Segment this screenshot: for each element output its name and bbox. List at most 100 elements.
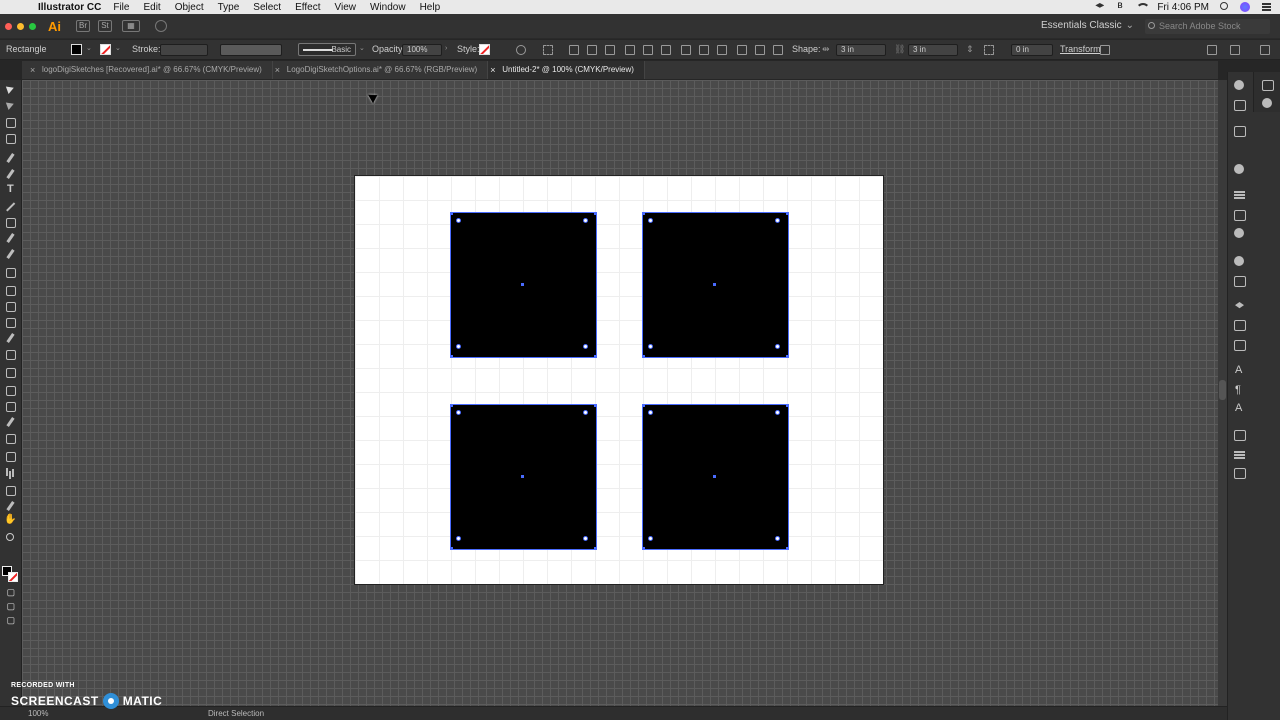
spotlight-icon[interactable] xyxy=(1219,2,1230,12)
align-left-icon[interactable] xyxy=(569,45,579,55)
anchor-point[interactable] xyxy=(775,410,780,415)
fill-swatch[interactable] xyxy=(71,44,82,55)
bounding-handle[interactable] xyxy=(642,547,645,550)
artboard-tool-icon[interactable] xyxy=(4,484,17,496)
stroke-dropdown-icon[interactable]: ⌄ xyxy=(115,44,121,54)
close-window-button[interactable] xyxy=(5,23,12,30)
current-tool-status[interactable]: Direct Selection xyxy=(208,709,264,718)
align-middle-icon[interactable] xyxy=(643,45,653,55)
anchor-point[interactable] xyxy=(456,344,461,349)
zoom-level[interactable]: 100% xyxy=(28,709,48,718)
width-field[interactable]: 3 in xyxy=(836,44,886,56)
scrollbar-thumb[interactable] xyxy=(1219,380,1226,400)
tab-untitled-2[interactable]: × Untitled-2* @ 100% (CMYK/Preview) xyxy=(488,61,645,79)
zoom-window-button[interactable] xyxy=(29,23,36,30)
bounding-handle[interactable] xyxy=(450,212,453,215)
properties-panel-icon[interactable] xyxy=(1262,98,1273,108)
column-graph-tool-icon[interactable] xyxy=(4,466,17,478)
magic-wand-tool-icon[interactable] xyxy=(4,116,17,128)
menu-edit[interactable]: Edit xyxy=(143,2,160,13)
recolor-artwork-icon[interactable] xyxy=(516,45,526,55)
siri-icon[interactable] xyxy=(1240,2,1251,12)
panel-options-icon[interactable] xyxy=(1230,45,1240,55)
artboard[interactable] xyxy=(355,176,883,584)
distribute-bottom-icon[interactable] xyxy=(717,45,727,55)
tab-logodigisketchoptions[interactable]: × LogoDigiSketchOptions.ai* @ 66.67% (RG… xyxy=(273,61,489,79)
graphic-styles-panel-icon[interactable] xyxy=(1234,276,1246,287)
stroke-weight-field[interactable] xyxy=(160,44,208,56)
workspace-switcher[interactable]: Essentials Classic ⌄ xyxy=(1041,20,1134,31)
symbols-panel-icon[interactable] xyxy=(1234,164,1245,174)
anchor-point[interactable] xyxy=(648,536,653,541)
height-field[interactable]: 3 in xyxy=(908,44,958,56)
wifi-icon[interactable] xyxy=(1136,2,1151,12)
paintbrush-tool-icon[interactable] xyxy=(4,232,17,244)
free-transform-tool-icon[interactable] xyxy=(4,348,17,360)
shaper-tool-icon[interactable] xyxy=(4,248,17,260)
stroke-color-box[interactable] xyxy=(8,572,18,582)
stroke-swatch[interactable] xyxy=(100,44,111,55)
anchor-point[interactable] xyxy=(456,536,461,541)
stroke-panel-icon[interactable] xyxy=(1234,190,1245,200)
variable-width-profile[interactable] xyxy=(220,44,282,56)
swatches-panel-icon[interactable] xyxy=(1234,126,1246,137)
opacity-arrow-icon[interactable]: › xyxy=(445,44,451,54)
color-mode-icon[interactable] xyxy=(6,588,15,597)
bounding-handle[interactable] xyxy=(786,212,789,215)
layers-panel-icon[interactable] xyxy=(1234,302,1245,312)
puppet-warp-tool-icon[interactable] xyxy=(4,332,17,344)
bounding-handle[interactable] xyxy=(786,355,789,358)
anchor-point[interactable] xyxy=(648,410,653,415)
type-tool-icon[interactable] xyxy=(4,183,17,196)
scale-tool-icon[interactable] xyxy=(4,300,17,312)
bounding-handle[interactable] xyxy=(450,404,453,407)
gpu-performance-icon[interactable] xyxy=(155,20,167,32)
corner-radius-field[interactable]: 0 in xyxy=(1011,44,1053,56)
gradient-panel-icon[interactable] xyxy=(1234,210,1246,221)
asset-export-panel-icon[interactable] xyxy=(1234,320,1246,331)
distribute-left-icon[interactable] xyxy=(737,45,747,55)
align-bottom-icon[interactable] xyxy=(661,45,671,55)
bounding-handle[interactable] xyxy=(642,212,645,215)
draw-mode-icon[interactable] xyxy=(6,602,15,611)
opacity-field[interactable]: 100% xyxy=(402,44,442,56)
bounding-handle[interactable] xyxy=(594,355,597,358)
anchor-point[interactable] xyxy=(456,410,461,415)
color-guide-panel-icon[interactable] xyxy=(1234,100,1246,111)
blend-tool-icon[interactable] xyxy=(4,432,17,444)
anchor-point[interactable] xyxy=(648,218,653,223)
black-square-top-right[interactable] xyxy=(642,212,789,358)
menu-type[interactable]: Type xyxy=(218,2,240,13)
pathfinder-panel-icon[interactable] xyxy=(1234,468,1246,479)
notification-center-icon[interactable] xyxy=(1261,2,1272,12)
shape-builder-tool-icon[interactable] xyxy=(4,366,17,378)
color-panel-icon[interactable] xyxy=(1234,80,1245,90)
character-panel-icon[interactable] xyxy=(1234,364,1245,376)
eraser-tool-icon[interactable] xyxy=(4,266,17,278)
hand-tool-icon[interactable] xyxy=(4,514,17,528)
corner-type-icon[interactable] xyxy=(984,45,994,55)
tab-logodigisketches[interactable]: × logoDigiSketches [Recovered].ai* @ 66.… xyxy=(28,61,273,79)
distribute-right-icon[interactable] xyxy=(773,45,783,55)
menu-view[interactable]: View xyxy=(334,2,356,13)
menu-window[interactable]: Window xyxy=(370,2,406,13)
transparency-panel-icon[interactable] xyxy=(1234,228,1245,238)
close-tab-icon[interactable]: × xyxy=(275,61,280,79)
constrain-proportions-icon[interactable]: ⛓ xyxy=(894,44,905,55)
app-menu[interactable]: Illustrator CC xyxy=(38,2,101,13)
slice-tool-icon[interactable] xyxy=(4,500,17,512)
lasso-tool-icon[interactable] xyxy=(4,132,17,144)
screen-mode-icon[interactable] xyxy=(6,616,15,625)
anchor-point[interactable] xyxy=(775,344,780,349)
minimize-window-button[interactable] xyxy=(17,23,24,30)
anchor-point[interactable] xyxy=(775,536,780,541)
black-square-bottom-right[interactable] xyxy=(642,404,789,550)
transform-link[interactable]: Transform xyxy=(1060,44,1101,54)
perspective-grid-tool-icon[interactable] xyxy=(4,384,17,396)
bounding-handle[interactable] xyxy=(642,404,645,407)
black-square-bottom-left[interactable] xyxy=(450,404,597,550)
anchor-point[interactable] xyxy=(583,218,588,223)
menu-file[interactable]: File xyxy=(113,2,129,13)
libraries-panel-icon[interactable] xyxy=(1262,80,1274,91)
menu-help[interactable]: Help xyxy=(420,2,441,13)
